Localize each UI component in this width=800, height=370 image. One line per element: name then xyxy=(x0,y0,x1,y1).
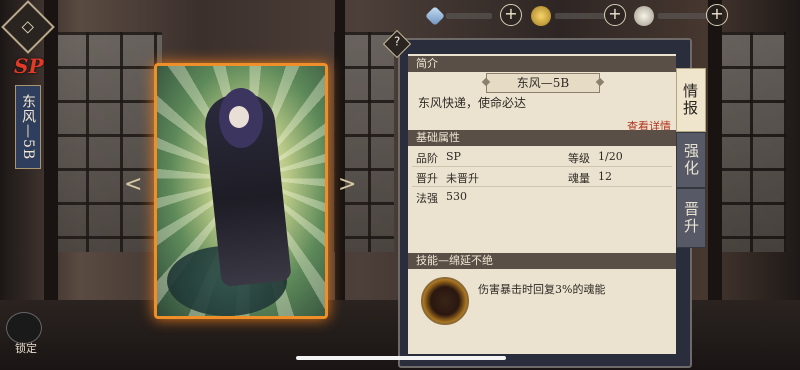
add-gold-button[interactable]: + xyxy=(604,4,626,26)
prev-arrow-button[interactable]: < xyxy=(124,172,142,197)
rice-bowl-icon xyxy=(634,6,654,26)
home-indicator[interactable] xyxy=(296,356,506,360)
soul-value: 12 xyxy=(598,170,612,183)
promotion-value: 未晋升 xyxy=(446,172,479,185)
soul-label: 魂量 xyxy=(568,172,590,185)
lock-label[interactable]: 锁定 xyxy=(15,340,37,356)
skill-icon[interactable] xyxy=(421,277,469,325)
character-card xyxy=(154,63,328,319)
gold-resource xyxy=(531,5,605,27)
intro-header: 简介 xyxy=(408,56,676,72)
level-value: 1/20 xyxy=(598,150,623,163)
level-label: 等级 xyxy=(568,152,590,165)
skill-description: 伤害暴击时回复3%的魂能 xyxy=(478,283,606,296)
unit-name-tab[interactable]: 东风—5B xyxy=(15,85,41,169)
next-arrow-button[interactable]: > xyxy=(338,172,356,197)
rarity-badge: SP xyxy=(14,54,44,78)
add-food-button[interactable]: + xyxy=(706,4,728,26)
crystal-resource xyxy=(425,5,492,27)
question-icon: ? xyxy=(393,34,401,49)
unit-name-title: 东风—5B xyxy=(486,73,600,93)
rank-value: SP xyxy=(446,150,461,163)
tab-promote[interactable]: 晋升 xyxy=(676,188,706,248)
crystal-icon xyxy=(425,6,445,26)
gold-coin-icon xyxy=(531,6,551,26)
tab-intel[interactable]: 情报 xyxy=(676,68,706,132)
tab-enhance[interactable]: 强化 xyxy=(676,132,706,188)
back-icon: ◇ xyxy=(21,16,34,36)
promotion-label: 晋升 xyxy=(416,172,438,185)
skill-header: 技能—绵延不绝 xyxy=(408,253,676,269)
power-label: 法强 xyxy=(416,192,438,205)
rank-label: 品阶 xyxy=(416,152,438,165)
food-resource xyxy=(634,5,708,27)
power-value: 530 xyxy=(446,190,467,203)
add-crystal-button[interactable]: + xyxy=(500,4,522,26)
unit-description: 东风快递，使命必达 xyxy=(418,96,527,110)
attributes-header: 基础属性 xyxy=(408,130,676,146)
